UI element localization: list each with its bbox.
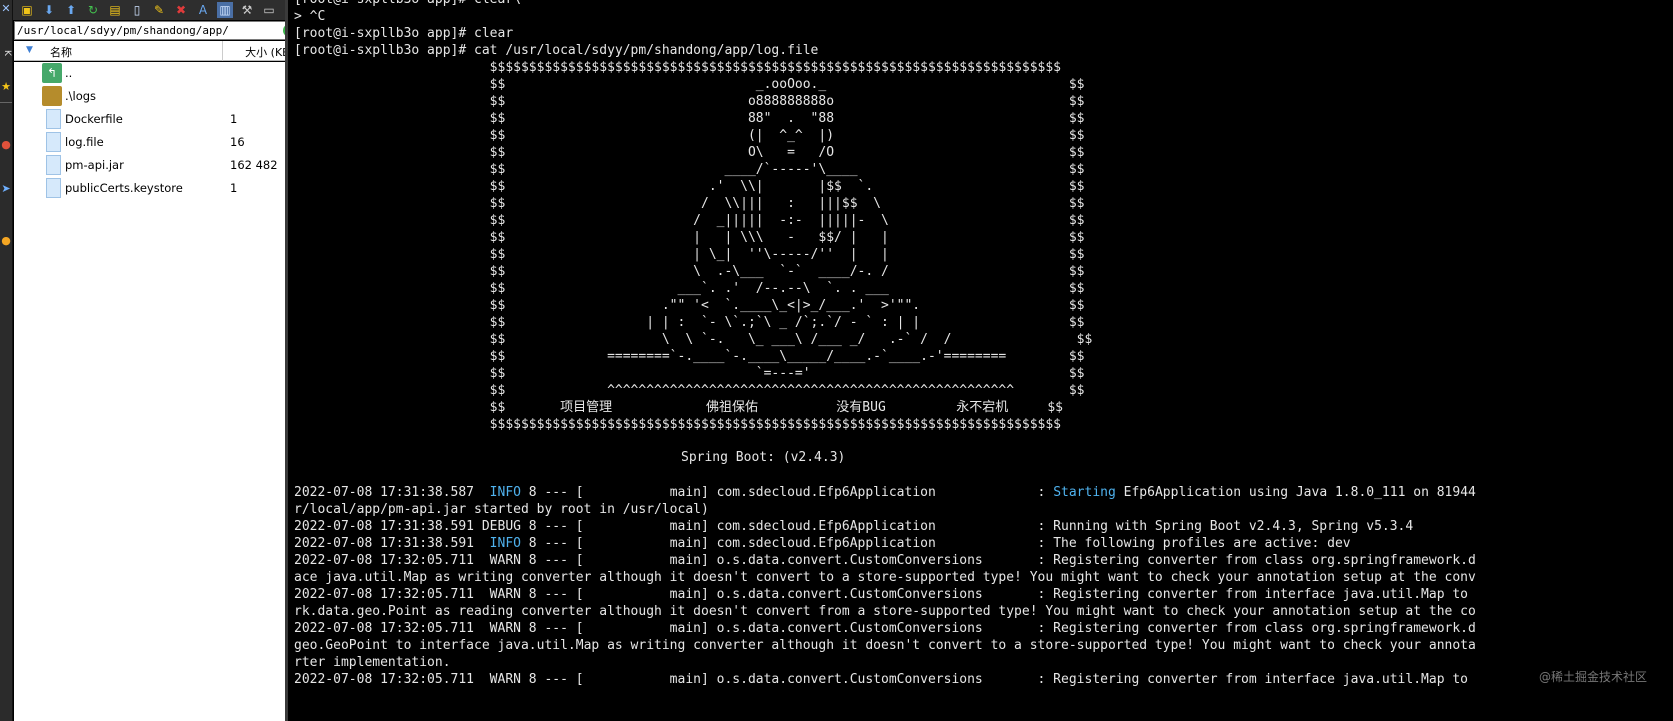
list-item[interactable]: publicCerts.keystore 1 [14,177,300,200]
terminal-line: $$ `=---=' $$ [294,366,1085,381]
column-divider[interactable] [222,41,223,61]
strip-label-1: K [2,50,12,56]
terminal-output: [root@i-sxpllb3o app]# clear\> ^C [root@i… [294,0,1476,688]
terminal-line: 2022-07-08 17:32:05.711 WARN 8 --- [ mai… [294,672,1476,687]
star-icon[interactable]: ★ [0,78,12,96]
send-icon[interactable]: ➤ [0,180,12,198]
terminal-line: $$ | | \\\ - $$/ | | $$ [294,230,1085,245]
terminal-line: [root@i-sxpllb3o app]# clear [294,26,514,41]
left-tool-strip: ✕ K ★ ● ➤ ● [0,0,13,721]
upload-folder-icon[interactable]: ▣ [19,2,35,18]
column-name-header[interactable]: 名称 [50,44,72,60]
file-name: .. [65,66,73,80]
file-icon [46,155,61,175]
log-line: 2022-07-08 17:31:38.587 INFO 8 --- [ mai… [294,485,1476,500]
terminal-line: > ^C [294,9,326,24]
path-bar: ✓ [14,21,300,40]
list-item[interactable]: ↰ .. [14,62,300,85]
terminal-line: $$ o888888888o $$ [294,94,1085,109]
list-item[interactable]: pm-api.jar 162 482 [14,154,300,177]
new-file-icon[interactable]: ▯ [129,2,145,18]
terminal-line: $$ ___`. .' /--.--\ `. . ___ $$ [294,281,1085,296]
terminal-window[interactable]: [root@i-sxpllb3o app]# clear\> ^C [root@i… [288,0,1673,721]
terminal-line: $$ 项目管理 佛祖保佑 没有BUG 永不宕机 $$ [294,400,1063,415]
file-size: 1 [230,181,238,195]
watermark: @稀土掘金技术社区 [1538,670,1647,684]
terminal-line: $$ ____/`-----'\____ $$ [294,162,1085,177]
file-name: log.file [65,135,104,149]
terminal-line: $$$$$$$$$$$$$$$$$$$$$$$$$$$$$$$$$$$$$$$$… [294,417,1062,432]
terminal-line: geo.GeoPoint to interface java.util.Map … [294,638,1476,653]
list-item[interactable]: .\logs [14,85,300,108]
terminal-line: rter implementation. [294,655,451,670]
terminal-line: $$$$$$$$$$$$$$$$$$$$$$$$$$$$$$$$$$$$$$$$… [294,60,1062,75]
terminal-line: 2022-07-08 17:32:05.711 WARN 8 --- [ mai… [294,621,1476,636]
new-folder-icon[interactable]: ▤ [107,2,123,18]
terminal-line: 2022-07-08 17:32:05.711 WARN 8 --- [ mai… [294,587,1476,602]
file-icon [46,109,61,129]
properties-icon[interactable]: ▥ [217,2,233,18]
file-size: 16 [230,135,245,149]
terminal-line: [root@i-sxpllb3o app]# clear\ [294,0,1476,8]
terminal-line: r/local/app/pm-api.jar started by root i… [294,502,709,517]
file-name: pm-api.jar [65,158,124,172]
log-starting-keyword: Starting [1053,485,1116,500]
log-line: 2022-07-08 17:31:38.591 INFO 8 --- [ mai… [294,536,1351,551]
download-icon[interactable]: ⬇ [41,2,57,18]
spring-boot-version: Spring Boot: (v2.4.3) [681,450,846,465]
strip-separator [0,102,12,103]
terminal-line: $$ \ .-\___ `-` ____/-. / $$ [294,264,1085,279]
terminal-line: $$ / _||||| -:- |||||- \ $$ [294,213,1085,228]
terminal-line: $$ .' \\| |$$ `. $$ [294,179,1085,194]
file-size: 162 482 [230,158,278,172]
file-list-header: ▼ 名称 大小 (KB) [14,41,300,61]
terminal-line: $$ ."" '< `.____\_<|>_/___.' >'"". $$ [294,298,1085,313]
list-item[interactable]: Dockerfile 1 [14,108,300,131]
terminal-icon[interactable]: ▭ [261,2,277,18]
file-size: 1 [230,112,238,126]
file-name: .\logs [65,89,97,103]
file-icon [46,132,61,152]
refresh-icon[interactable]: ↻ [85,2,101,18]
log-level-info: INFO [489,536,521,551]
terminal-line: $$ O\ = /O $$ [294,145,1085,160]
terminal-line: $$ | | : `- \`.;`\ _ /`;.`/ - ` : | | $$ [294,315,1085,330]
edit-icon[interactable]: ✎ [151,2,167,18]
terminal-line: $$ ^^^^^^^^^^^^^^^^^^^^^^^^^^^^^^^^^^^^^… [294,383,1085,398]
terminal-line: 2022-07-08 17:32:05.711 WARN 8 --- [ mai… [294,553,1476,568]
tools-icon[interactable]: ⚒ [239,2,255,18]
x-icon[interactable]: ✕ [0,0,12,18]
terminal-line: $$ ========`-.____`-.____\_____/____.-`_… [294,349,1085,364]
folder-icon [42,86,62,106]
terminal-line: $$ / \\||| : |||$$ \ $$ [294,196,1085,211]
circle-icon[interactable]: ● [0,232,12,250]
file-toolbar: ▣ ⬇ ⬆ ↻ ▤ ▯ ✎ ✖ A ▥ ⚒ ▭ [13,0,301,20]
file-browser-panel: ▣ ⬇ ⬆ ↻ ▤ ▯ ✎ ✖ A ▥ ⚒ ▭ ✓ ▼ 名称 大小 (KB) ↰… [13,0,301,721]
file-list: ↰ .. .\logs Dockerfile 1 log.file 16 pm-… [14,62,300,721]
delete-icon[interactable]: ✖ [173,2,189,18]
list-item[interactable]: log.file 16 [14,131,300,154]
terminal-line: $$ _.ooOoo._ $$ [294,77,1085,92]
file-icon [46,178,61,198]
file-name: Dockerfile [65,112,123,126]
sort-arrow-icon[interactable]: ▼ [26,45,33,55]
terminal-line: ace java.util.Map as writing converter a… [294,570,1476,585]
path-input[interactable] [17,23,279,38]
upload-icon[interactable]: ⬆ [63,2,79,18]
fire-icon[interactable]: ● [0,136,12,154]
terminal-line: rk.data.geo.Point as reading converter a… [294,604,1476,619]
terminal-line: $$ 88" . "88 $$ [294,111,1085,126]
terminal-line: 2022-07-08 17:31:38.591 DEBUG 8 --- [ ma… [294,519,1414,534]
terminal-line: $$ | \_| ''\-----/'' | | $$ [294,247,1085,262]
terminal-line: [root@i-sxpllb3o app]# cat /usr/local/sd… [294,43,819,58]
rename-icon[interactable]: A [195,2,211,18]
log-level-info: INFO [489,485,521,500]
parent-folder-icon: ↰ [42,63,62,83]
terminal-line: $$ \ \ `-. \_ ___\ /___ _/ .-` / / $$ [294,332,1093,347]
file-name: publicCerts.keystore [65,181,183,195]
terminal-line: $$ (| ^_^ |) $$ [294,128,1085,143]
